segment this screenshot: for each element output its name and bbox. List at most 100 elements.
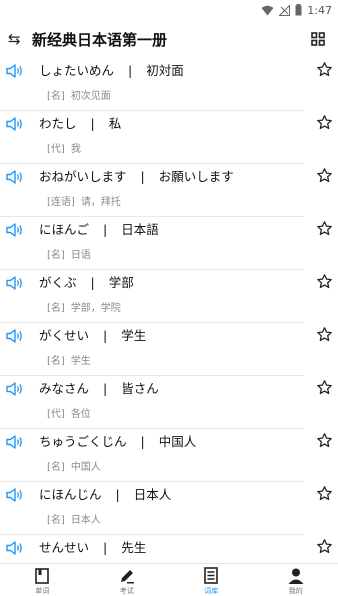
word-kanji: 初対面 [146,63,184,78]
word-kana: がくぶ [39,275,77,290]
list-item[interactable]: しょたいめん | 初対面 [名] 初次见面 [0,58,332,111]
word-kana: がくせい [39,328,90,343]
word-list: しょたいめん | 初対面 [名] 初次见面わたし | 私 [代] 我おねがいします | お願いします… [0,58,338,564]
list-item[interactable]: にほんじん | 日本人 [名] 日本人 [0,482,332,535]
word-kanji: 中国人 [158,434,197,449]
nav-words[interactable]: 单词 [0,564,85,596]
nav-mine[interactable]: 我的 [254,564,338,596]
word-meaning: 初次见面 [70,91,111,102]
nav-label: 单词 [35,587,50,595]
word-meaning: 日本人 [70,515,101,526]
star-icon[interactable] [316,167,333,184]
list-item[interactable]: にほんご | 日本語 [名] 日语 [0,217,332,270]
status-time: 1:47 [307,3,332,17]
star-icon[interactable] [316,61,333,78]
word-line: しょたいめん | 初対面 [39,60,184,79]
speaker-icon[interactable] [6,540,24,555]
word-definition: [名] 中国人 [47,458,101,473]
part-of-speech: [代] [47,144,65,155]
part-of-speech: [名] [47,91,65,102]
word-line: ちゅうごくじん | 中国人 [39,431,196,450]
part-of-speech: [名] [47,303,65,314]
word-separator: | [90,275,95,290]
word-separator: | [115,487,120,502]
nav-label: 我的 [288,587,303,595]
word-kana: ちゅうごくじん [39,434,127,449]
word-kanji: 皆さん [121,381,159,396]
nav-label: 词库 [204,587,219,595]
word-line: がくせい | 学生 [39,325,146,344]
word-kanji: 日本語 [121,222,159,237]
word-separator: | [140,434,145,449]
word-kana: にほんご [39,222,90,237]
speaker-icon[interactable] [6,487,24,502]
star-icon[interactable] [316,379,333,396]
nav-label: 考试 [119,587,134,595]
part-of-speech: [名] [47,250,65,261]
list-item[interactable]: みなさん | 皆さん [代] 各位 [0,376,332,429]
person-icon [288,567,304,584]
list-item[interactable]: わたし | 私 [代] 我 [0,111,332,164]
no-signal-icon [279,4,291,16]
list-item[interactable]: せんせい | 先生 [0,535,332,564]
word-meaning: 中国人 [70,462,101,473]
word-line: がくぶ | 学部 [39,272,134,291]
word-definition: [名] 学生 [47,352,91,367]
grid-view-icon[interactable] [308,29,328,49]
word-kana: わたし [39,116,77,131]
list-item[interactable]: ちゅうごくじん | 中国人 [名] 中国人 [0,429,332,482]
word-separator: | [103,222,108,237]
word-kanji: 日本人 [133,487,172,502]
speaker-icon[interactable] [6,328,24,343]
speaker-icon[interactable] [6,169,24,184]
word-kana: にほんじん [39,487,102,502]
star-icon[interactable] [316,220,333,237]
speaker-icon[interactable] [6,222,24,237]
list-item[interactable]: がくぶ | 学部 [名] 学部，学院 [0,270,332,323]
speaker-icon[interactable] [6,381,24,396]
nav-wordbank[interactable]: 词库 [169,564,254,596]
word-kana: みなさん [39,381,90,396]
star-icon[interactable] [316,485,333,502]
speaker-icon[interactable] [6,434,24,449]
nav-exam[interactable]: 考试 [85,564,170,596]
word-meaning: 学部，学院 [70,303,121,314]
page-title: 新经典日本语第一册 [32,30,168,49]
word-meaning: 请，拜托 [80,197,121,208]
word-definition: [连语] 请，拜托 [47,193,121,208]
word-separator: | [128,63,133,78]
word-kana: おねがいします [39,169,127,184]
star-icon[interactable] [316,432,333,449]
star-icon[interactable] [316,273,333,290]
star-icon[interactable] [316,538,333,555]
list-item[interactable]: おねがいします | お願いします [连语] 请，拜托 [0,164,332,217]
star-icon[interactable] [316,326,333,343]
swap-icon[interactable]: ⇆ [8,30,30,48]
speaker-icon[interactable] [6,116,24,131]
word-line: わたし | 私 [39,113,121,132]
word-separator: | [140,169,145,184]
book-icon [35,567,50,584]
word-definition: [名] 初次见面 [47,87,111,102]
word-meaning: 我 [70,144,81,155]
word-meaning: 学生 [70,356,91,367]
word-meaning: 各位 [70,409,91,420]
bottom-nav: 单词 考试 词库 我的 [0,563,338,596]
battery-icon [295,4,302,16]
star-icon[interactable] [316,114,333,131]
word-line: せんせい | 先生 [39,537,146,556]
word-definition: [名] 学部，学院 [47,299,121,314]
part-of-speech: [名] [47,356,65,367]
word-line: にほんじん | 日本人 [39,484,171,503]
pencil-icon [119,567,135,584]
speaker-icon[interactable] [6,275,24,290]
list-item[interactable]: がくせい | 学生 [名] 学生 [0,323,332,376]
part-of-speech: [代] [47,409,65,420]
word-kanji: お願いします [158,169,234,184]
word-kanji: 先生 [121,540,147,555]
word-kana: せんせい [39,540,90,555]
word-separator: | [103,328,108,343]
speaker-icon[interactable] [6,63,24,78]
word-kana: しょたいめん [39,63,115,78]
word-line: おねがいします | お願いします [39,166,234,185]
